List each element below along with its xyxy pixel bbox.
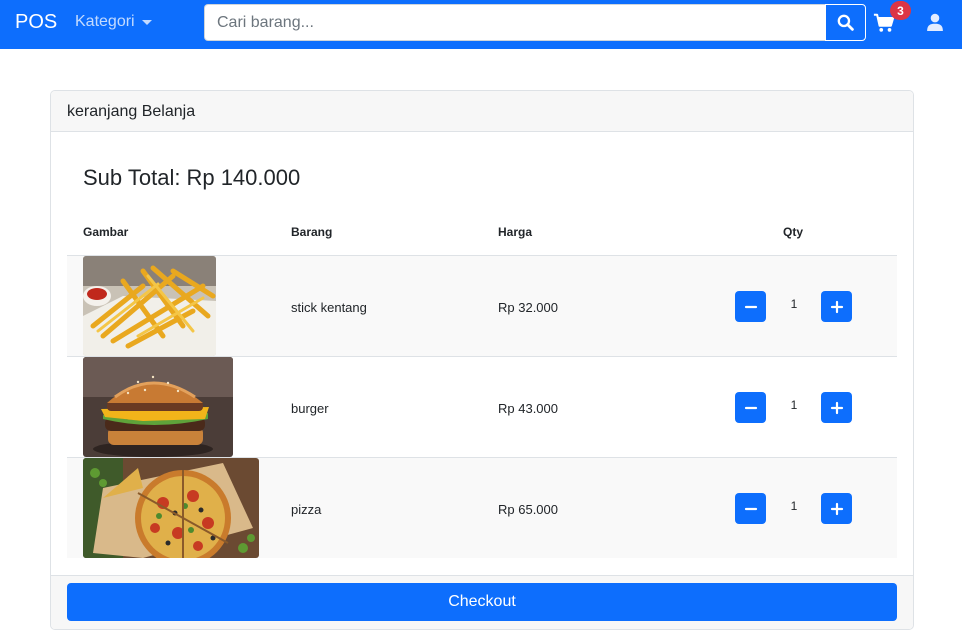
- fries-image: [83, 256, 216, 356]
- chevron-down-icon: [141, 20, 152, 25]
- increase-qty-button[interactable]: [821, 392, 852, 423]
- search-form: [204, 4, 866, 41]
- card-header: keranjang Belanja: [51, 91, 913, 132]
- table-row: stick kentang Rp 32.000 1: [67, 256, 897, 357]
- brand-logo[interactable]: POS: [15, 11, 57, 34]
- kategori-dropdown[interactable]: Kategori: [75, 13, 152, 31]
- column-header-barang: Barang: [291, 225, 333, 239]
- item-qty: 1: [790, 398, 798, 412]
- search-icon: [837, 14, 854, 31]
- pizza-image: [83, 458, 259, 558]
- item-price: Rp 65.000: [498, 502, 558, 517]
- item-price: Rp 43.000: [498, 401, 558, 416]
- item-qty: 1: [790, 297, 798, 311]
- item-name: stick kentang: [291, 300, 367, 315]
- plus-icon: [830, 300, 843, 313]
- search-input[interactable]: [204, 4, 825, 41]
- minus-icon: [744, 507, 757, 510]
- decrease-qty-button[interactable]: [735, 291, 766, 322]
- decrease-qty-button[interactable]: [735, 493, 766, 524]
- cart-table: Gambar Barang Harga Qty stick kentang Rp…: [67, 215, 897, 558]
- checkout-button[interactable]: Checkout: [67, 583, 897, 621]
- column-header-harga: Harga: [498, 225, 533, 239]
- column-header-qty: Qty: [783, 225, 804, 239]
- table-header: Gambar Barang Harga Qty: [67, 215, 897, 256]
- kategori-label: Kategori: [75, 13, 135, 30]
- minus-icon: [744, 406, 757, 409]
- subtotal-value: Rp 140.000: [186, 165, 301, 190]
- increase-qty-button[interactable]: [821, 493, 852, 524]
- item-price: Rp 32.000: [498, 300, 558, 315]
- item-name: burger: [291, 401, 329, 416]
- plus-icon: [830, 502, 843, 515]
- table-row: pizza Rp 65.000 1: [67, 458, 897, 558]
- cart-count-badge: 3: [890, 1, 911, 20]
- search-button[interactable]: [825, 4, 866, 41]
- increase-qty-button[interactable]: [821, 291, 852, 322]
- subtotal-label: Sub Total:: [83, 165, 181, 190]
- table-row: burger Rp 43.000 1: [67, 357, 897, 458]
- plus-icon: [830, 401, 843, 414]
- cart-card: keranjang Belanja Sub Total: Rp 140.000 …: [50, 90, 914, 630]
- item-qty: 1: [790, 499, 798, 513]
- minus-icon: [744, 305, 757, 308]
- burger-image: [83, 357, 233, 457]
- column-header-gambar: Gambar: [83, 225, 129, 239]
- decrease-qty-button[interactable]: [735, 392, 766, 423]
- subtotal: Sub Total: Rp 140.000: [83, 165, 300, 191]
- navbar: POS Kategori 3: [0, 0, 962, 49]
- user-icon[interactable]: [926, 13, 944, 31]
- item-name: pizza: [291, 502, 322, 517]
